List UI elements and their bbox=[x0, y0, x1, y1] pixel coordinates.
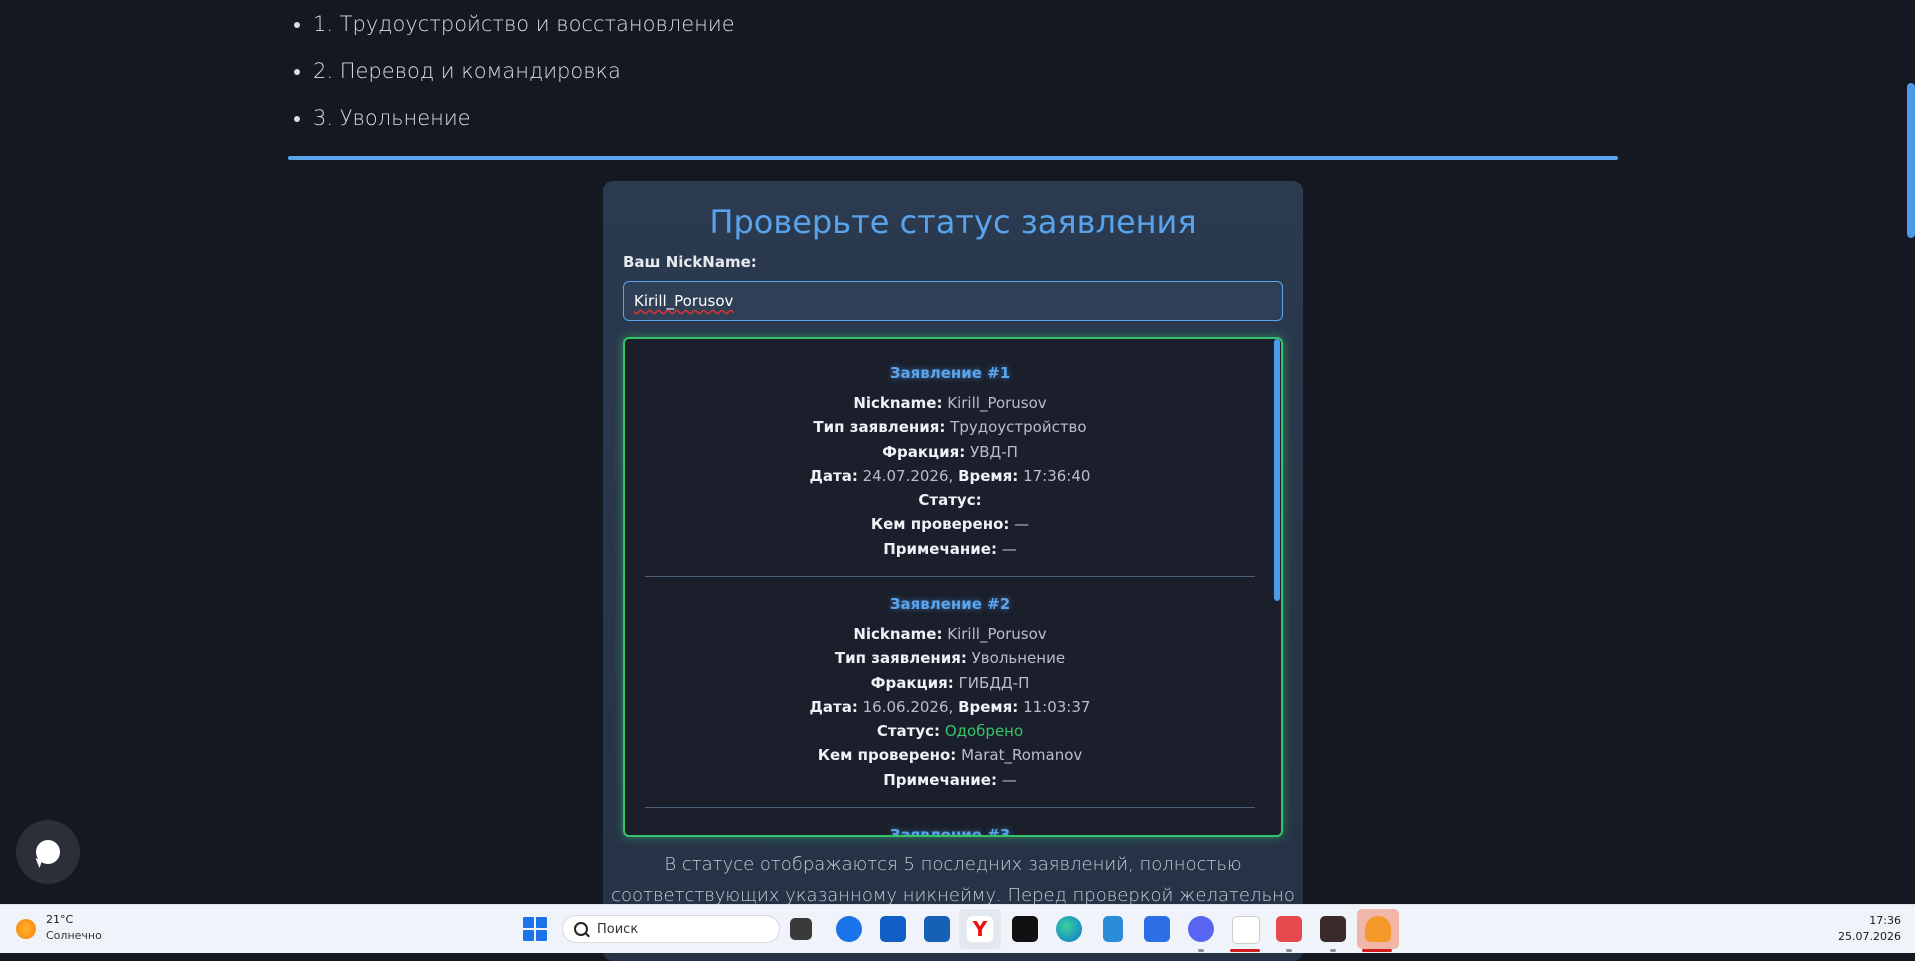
application-checked-by: Кем проверено: Marat_Romanov bbox=[625, 743, 1275, 767]
field-value: 17:36:40 bbox=[1023, 466, 1091, 485]
field-value: УВД-П bbox=[970, 442, 1018, 461]
field-label: Статус: bbox=[876, 722, 941, 741]
taskbar-search-placeholder: Поиск bbox=[597, 922, 639, 937]
field-value: 11:03:37 bbox=[1023, 697, 1091, 716]
weather-description[interactable]: Солнечно bbox=[46, 929, 102, 942]
list-item[interactable]: 1. Трудоустройство и восстановление bbox=[313, 10, 735, 57]
taskbar: 21°C Солнечно Поиск Y 17:36 25.07.2026 bbox=[0, 904, 1915, 953]
clock-time: 17:36 bbox=[1869, 914, 1901, 927]
field-label: Кем проверено: bbox=[817, 746, 957, 765]
application-checked-by: Кем проверено: — bbox=[625, 512, 1275, 536]
field-value: — bbox=[1001, 770, 1017, 789]
status-note-line: В статусе отображаются 5 последних заявл… bbox=[664, 854, 1242, 875]
field-value: 24.07.2026, bbox=[862, 466, 954, 485]
roblox-icon[interactable] bbox=[1144, 916, 1170, 942]
field-value: Kirill_Porusov bbox=[947, 625, 1047, 643]
capcut-icon[interactable] bbox=[1012, 916, 1038, 942]
applications-results-box[interactable]: Заявление #1 Nickname: Kirill_Porusov Ти… bbox=[623, 337, 1283, 837]
field-label: Дата: bbox=[809, 466, 858, 485]
link-transfer[interactable]: 2. Перевод и командировка bbox=[313, 59, 621, 83]
list-item[interactable]: 3. Увольнение bbox=[313, 104, 735, 151]
field-label: Время: bbox=[958, 697, 1019, 716]
field-label: Дата: bbox=[809, 697, 858, 716]
chat-bubble-icon bbox=[36, 840, 60, 864]
taskbar-search[interactable]: Поиск bbox=[562, 915, 780, 943]
field-label: Nickname: bbox=[853, 394, 943, 412]
nickname-input-value: Kirill_Porusov bbox=[634, 292, 734, 310]
application-faction: Фракция: УВД-П bbox=[625, 440, 1275, 464]
application-faction: Фракция: ГИБДД-П bbox=[625, 671, 1275, 695]
application-nickname: Nickname: Kirill_Porusov bbox=[625, 391, 1275, 415]
section-links-list: 1. Трудоустройство и восстановление 2. П… bbox=[280, 10, 735, 151]
field-label: Тип заявления: bbox=[813, 418, 946, 437]
field-value: 16.06.2026, bbox=[862, 697, 954, 716]
windows-start-icon[interactable] bbox=[523, 917, 547, 941]
field-value: Увольнение bbox=[971, 649, 1066, 668]
field-label: Тип заявления: bbox=[834, 649, 967, 668]
yandex-browser-icon[interactable]: Y bbox=[967, 916, 993, 942]
clock-date: 25.07.2026 bbox=[1838, 930, 1901, 943]
cloudflare-icon[interactable] bbox=[1365, 916, 1391, 942]
application-nickname: Nickname: Kirill_Porusov bbox=[625, 622, 1275, 646]
launcher-icon[interactable] bbox=[1232, 916, 1260, 944]
application-datetime: Дата: 16.06.2026, Время: 11:03:37 bbox=[625, 695, 1275, 719]
task-view-icon[interactable] bbox=[790, 918, 812, 940]
link-hiring[interactable]: 1. Трудоустройство и восстановление bbox=[313, 12, 735, 36]
application-note: Примечание: — bbox=[625, 537, 1275, 561]
field-label: Статус: bbox=[918, 491, 982, 510]
application-card: Заявление #3 bbox=[625, 817, 1275, 837]
status-note: В статусе отображаются 5 последних заявл… bbox=[603, 849, 1303, 911]
system-clock[interactable]: 17:36 25.07.2026 bbox=[1838, 913, 1901, 945]
weather-temperature[interactable]: 21°C bbox=[46, 913, 73, 926]
application-title: Заявление #3 bbox=[889, 826, 1011, 837]
nickname-label: Ваш NickName: bbox=[623, 253, 757, 271]
status-value: Одобрено bbox=[944, 722, 1024, 741]
chat-app-icon[interactable] bbox=[836, 916, 862, 942]
field-value: — bbox=[1001, 539, 1017, 558]
discord-icon[interactable] bbox=[1188, 916, 1214, 942]
application-title: Заявление #1 bbox=[889, 364, 1011, 382]
application-card: Заявление #2 Nickname: Kirill_Porusov Ти… bbox=[625, 586, 1275, 792]
cloud-app-icon[interactable] bbox=[1276, 916, 1302, 942]
field-value: — bbox=[1014, 515, 1030, 534]
section-divider bbox=[288, 156, 1618, 160]
field-label: Nickname: bbox=[853, 625, 943, 643]
sun-icon[interactable] bbox=[16, 919, 36, 939]
card-title: Проверьте статус заявления bbox=[709, 203, 1197, 241]
notepad-icon[interactable] bbox=[1103, 916, 1123, 942]
field-label: Время: bbox=[958, 466, 1019, 485]
search-icon bbox=[574, 922, 588, 936]
field-label: Примечание: bbox=[883, 539, 997, 558]
field-value: ГИБДД-П bbox=[958, 673, 1030, 692]
application-separator bbox=[645, 807, 1255, 808]
outlook-icon[interactable] bbox=[880, 916, 906, 942]
application-type: Тип заявления: Увольнение bbox=[625, 646, 1275, 670]
application-datetime: Дата: 24.07.2026, Время: 17:36:40 bbox=[625, 464, 1275, 488]
application-type: Тип заявления: Трудоустройство bbox=[625, 415, 1275, 439]
application-note: Примечание: — bbox=[625, 768, 1275, 792]
page-scrollbar[interactable] bbox=[1907, 83, 1915, 238]
field-label: Кем проверено: bbox=[870, 515, 1010, 534]
status-check-card: Проверьте статус заявления Ваш NickName:… bbox=[603, 181, 1303, 961]
field-value: Marat_Romanov bbox=[961, 746, 1083, 765]
application-status: Статус: Одобрено bbox=[625, 719, 1275, 743]
nickname-input[interactable]: Kirill_Porusov bbox=[623, 281, 1283, 321]
field-label: Фракция: bbox=[870, 673, 954, 692]
store-icon[interactable] bbox=[924, 916, 950, 942]
application-status: Статус: bbox=[625, 488, 1275, 512]
application-card: Заявление #1 Nickname: Kirill_Porusov Ти… bbox=[625, 355, 1275, 561]
edge-icon[interactable] bbox=[1056, 916, 1082, 942]
field-value: Трудоустройство bbox=[950, 418, 1087, 437]
application-title: Заявление #2 bbox=[889, 595, 1011, 613]
game-app-icon[interactable] bbox=[1320, 916, 1346, 942]
list-item[interactable]: 2. Перевод и командировка bbox=[313, 57, 735, 104]
link-dismissal[interactable]: 3. Увольнение bbox=[313, 106, 471, 130]
field-label: Фракция: bbox=[882, 442, 966, 461]
field-value: Kirill_Porusov bbox=[947, 394, 1047, 412]
application-separator bbox=[645, 576, 1255, 577]
chat-button[interactable] bbox=[16, 820, 80, 884]
field-label: Примечание: bbox=[883, 770, 997, 789]
